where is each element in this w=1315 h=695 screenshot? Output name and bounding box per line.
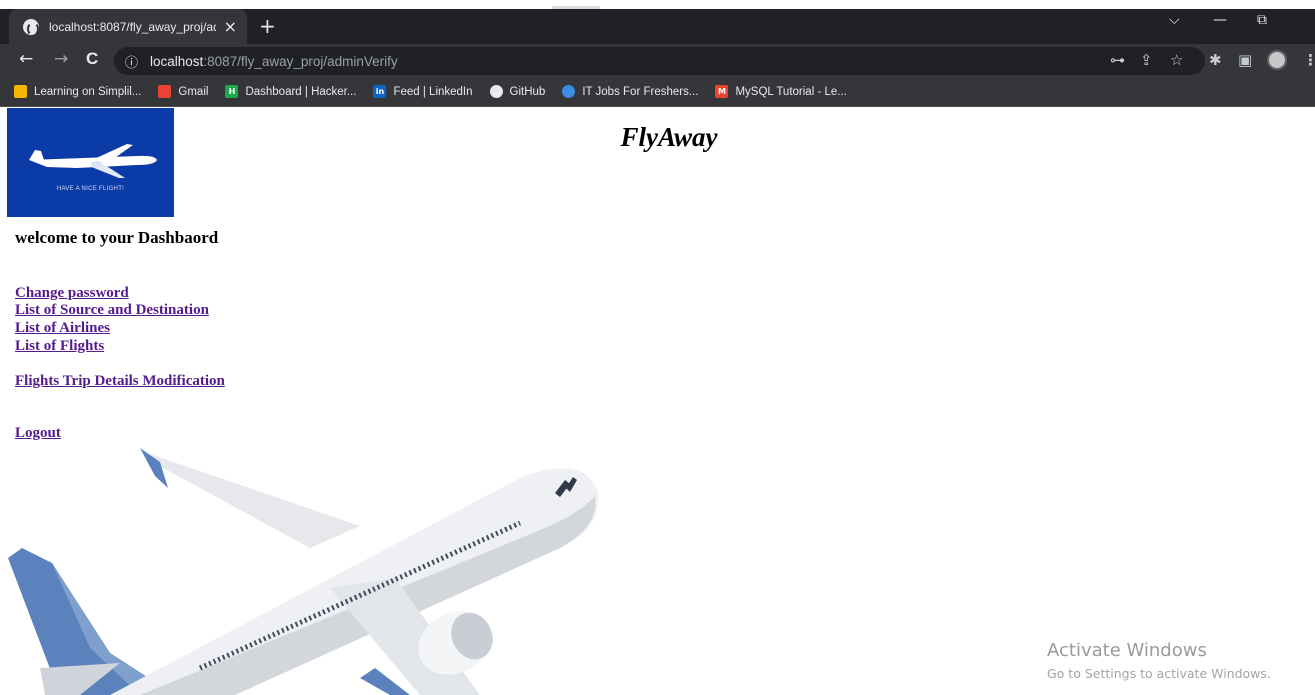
minimize-button[interactable]: — bbox=[1213, 12, 1227, 28]
restore-button[interactable]: ⧉ bbox=[1257, 12, 1267, 28]
browser-menu-icon[interactable]: ⋮ bbox=[1303, 51, 1315, 69]
page-content: HAVE A NICE FLIGHT! FlyAway welcome to y… bbox=[0, 108, 1315, 695]
welcome-heading: welcome to your Dashbaord bbox=[15, 228, 219, 247]
site-info-icon[interactable]: ⓘ bbox=[125, 52, 138, 71]
mysql-icon: M bbox=[715, 85, 729, 98]
extensions-icon[interactable]: ✱ bbox=[1209, 51, 1222, 69]
window-drag-mark bbox=[552, 6, 600, 9]
bookmark-item[interactable]: in Feed | LinkedIn bbox=[373, 85, 473, 98]
logo-tagline: HAVE A NICE FLIGHT! bbox=[56, 186, 125, 192]
share-icon[interactable]: ⇪ bbox=[1140, 51, 1153, 69]
new-tab-button[interactable]: + bbox=[259, 14, 276, 38]
browser-tab-strip: localhost:8087/fly_away_proj/adm × + ⌵ —… bbox=[0, 0, 1315, 44]
tab-search-icon[interactable]: ⌵ bbox=[1169, 12, 1180, 28]
browser-toolbar: ← → C ⓘ localhost:8087/fly_away_proj/adm… bbox=[0, 44, 1315, 77]
bookmark-label: Feed | LinkedIn bbox=[393, 85, 473, 98]
bookmark-label: GitHub bbox=[509, 85, 546, 98]
window-top-edge bbox=[0, 0, 1315, 9]
tab-title: localhost:8087/fly_away_proj/adm bbox=[49, 19, 216, 34]
bookmark-label: Gmail bbox=[178, 85, 209, 98]
globe-icon bbox=[23, 18, 39, 36]
bookmark-item[interactable]: Gmail bbox=[158, 85, 208, 98]
profile-avatar-icon[interactable] bbox=[1267, 50, 1287, 70]
gmail-icon bbox=[158, 85, 172, 98]
key-icon[interactable]: ⊶ bbox=[1110, 51, 1125, 69]
bookmark-label: Learning on Simplil... bbox=[34, 85, 142, 98]
bookmark-label: MySQL Tutorial - Le... bbox=[735, 85, 847, 98]
activate-windows-title: Activate Windows bbox=[1047, 640, 1207, 661]
url-path: :8087/fly_away_proj/adminVerify bbox=[203, 53, 398, 69]
address-bar[interactable]: ⓘ localhost:8087/fly_away_proj/adminVeri… bbox=[114, 47, 1205, 75]
linkedin-icon: in bbox=[373, 85, 387, 98]
forward-button[interactable]: → bbox=[54, 49, 68, 69]
github-icon bbox=[489, 85, 503, 98]
airlines-link[interactable]: List of Airlines bbox=[15, 320, 110, 337]
address-url: localhost:8087/fly_away_proj/adminVerify bbox=[150, 54, 398, 69]
activate-windows-subtitle: Go to Settings to activate Windows. bbox=[1047, 666, 1271, 681]
bookmark-item[interactable]: GitHub bbox=[489, 85, 546, 98]
source-destination-link[interactable]: List of Source and Destination bbox=[15, 302, 209, 319]
logout-link[interactable]: Logout bbox=[15, 425, 61, 442]
page-title: FlyAway bbox=[620, 122, 718, 152]
side-panel-icon[interactable]: ▣ bbox=[1238, 51, 1252, 69]
bookmark-label: IT Jobs For Freshers... bbox=[582, 85, 699, 98]
bookmark-item[interactable]: IT Jobs For Freshers... bbox=[562, 85, 698, 98]
url-host: localhost bbox=[150, 53, 204, 69]
bookmark-label: Dashboard | Hacker... bbox=[245, 85, 357, 98]
simplilearn-icon bbox=[14, 85, 27, 98]
bookmark-item[interactable]: M MySQL Tutorial - Le... bbox=[715, 85, 847, 98]
bookmark-star-icon[interactable]: ☆ bbox=[1170, 51, 1183, 69]
bookmarks-bar: Learning on Simplil... Gmail H Dashboard | … bbox=[0, 77, 1315, 107]
bookmark-item[interactable]: Learning on Simplil... bbox=[14, 85, 141, 98]
tab-close-icon[interactable]: × bbox=[224, 17, 237, 36]
hackerrank-icon: H bbox=[225, 85, 239, 98]
change-password-link[interactable]: Change password bbox=[15, 285, 129, 302]
bookmark-item[interactable]: H Dashboard | Hacker... bbox=[225, 85, 356, 98]
reload-button[interactable]: C bbox=[86, 49, 98, 69]
freshers-icon bbox=[562, 85, 576, 98]
trip-modification-link[interactable]: Flights Trip Details Modification bbox=[15, 373, 225, 390]
browser-tab-active[interactable]: localhost:8087/fly_away_proj/adm × bbox=[9, 9, 247, 44]
back-button[interactable]: ← bbox=[19, 49, 33, 69]
flights-link[interactable]: List of Flights bbox=[15, 338, 104, 355]
